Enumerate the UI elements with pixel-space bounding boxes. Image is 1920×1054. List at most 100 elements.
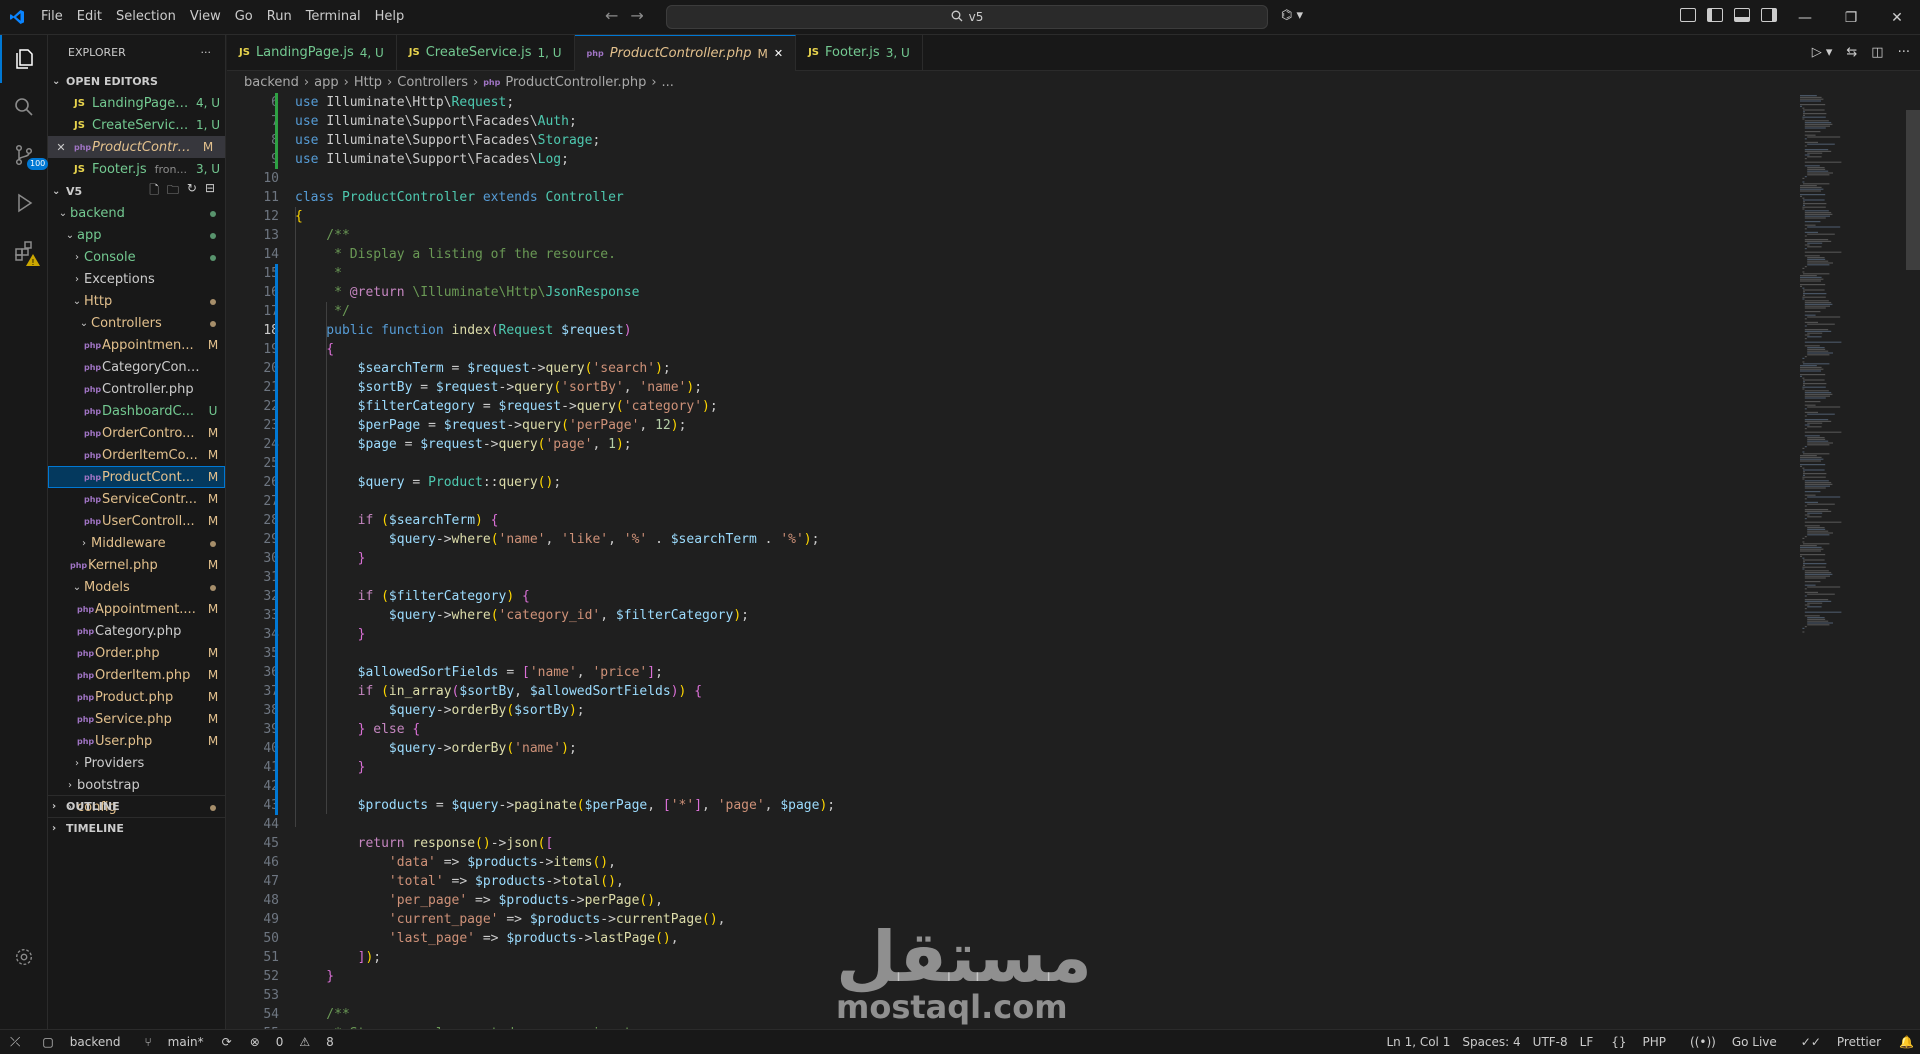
copilot-icon[interactable]: ⌬ ▾ (1281, 8, 1303, 23)
source-control-icon[interactable]: 100 (0, 131, 49, 179)
notifications-icon[interactable]: 🔔 (1893, 1035, 1920, 1049)
tree-file[interactable]: php ServiceContr... M (48, 488, 225, 510)
search-activity-icon[interactable] (0, 83, 48, 131)
breadcrumb-item[interactable]: Controllers (397, 75, 468, 90)
tree-file[interactable]: php Controller.php (48, 378, 225, 400)
collapse-all-icon[interactable]: ⊟ (205, 181, 215, 202)
tree-file[interactable]: php ProductCont... M (48, 466, 225, 488)
editor-tab[interactable]: JS LandingPage.js 4, U (227, 35, 397, 70)
minimap[interactable] (1796, 93, 1906, 633)
tree-folder[interactable]: › Providers (48, 752, 225, 774)
tree-file[interactable]: phpCategoryControlle... (48, 356, 225, 378)
tree-file[interactable]: php OrderItem.php M (48, 664, 225, 686)
explorer-icon[interactable] (0, 35, 48, 83)
timeline-section[interactable]: › TIMELINE (48, 817, 225, 839)
sync-icon[interactable]: ⟳ (216, 1035, 238, 1049)
tree-folder[interactable]: ⌄ Models (48, 576, 225, 598)
toggle-sidebar-icon[interactable] (1707, 8, 1723, 22)
tree-file[interactable]: php Kernel.php M (48, 554, 225, 576)
eol[interactable]: LF (1574, 1035, 1600, 1049)
tree-file[interactable]: php UserControll... M (48, 510, 225, 532)
menu-item-help[interactable]: Help (368, 5, 412, 29)
menu-item-edit[interactable]: Edit (70, 5, 109, 29)
prettier[interactable]: ✓✓ Prettier (1789, 1035, 1893, 1049)
breadcrumb-item[interactable]: Http (354, 75, 382, 90)
minimize-icon[interactable]: — (1782, 0, 1828, 35)
broadcast-icon: ((•)) (1690, 1035, 1716, 1049)
open-editor-item[interactable]: JS CreateService... 1, U (48, 114, 225, 136)
folder-section[interactable]: ⌄ V5 🗋 🗀 ↻ ⊟ (48, 180, 225, 202)
tree-folder[interactable]: › bootstrap (48, 774, 225, 796)
breadcrumb-item[interactable]: backend (244, 75, 299, 90)
language-mode[interactable]: {} PHP (1599, 1035, 1678, 1049)
toggle-secondary-sidebar-icon[interactable] (1761, 8, 1777, 22)
encoding[interactable]: UTF-8 (1527, 1035, 1574, 1049)
code-content[interactable]: use Illuminate\Http\Request; use Illumina… (295, 93, 1595, 1029)
tree-folder[interactable]: ⌄ Http (48, 290, 225, 312)
tree-file[interactable]: php DashboardC... U (48, 400, 225, 422)
tree-folder[interactable]: › Middleware (48, 532, 225, 554)
tree-folder[interactable]: › Console (48, 246, 225, 268)
tree-file[interactable]: php Order.php M (48, 642, 225, 664)
open-editors-section[interactable]: ⌄ OPEN EDITORS (48, 70, 225, 92)
tree-file[interactable]: php OrderContro... M (48, 422, 225, 444)
more-actions-icon[interactable]: ··· (1898, 45, 1910, 60)
indentation[interactable]: Spaces: 4 (1456, 1035, 1526, 1049)
open-editor-item[interactable]: JS Footer.js fron... 3, U (48, 158, 225, 180)
editor-tab[interactable]: php ProductController.php M ✕ (574, 35, 797, 71)
run-icon[interactable]: ▷ ▾ (1812, 45, 1833, 60)
forward-arrow-icon[interactable]: → (630, 6, 643, 25)
outline-section[interactable]: › OUTLINE (48, 795, 225, 817)
close-window-icon[interactable]: ✕ (1874, 0, 1920, 35)
more-actions-icon[interactable]: ··· (201, 46, 212, 59)
compare-icon[interactable]: ⇆ (1846, 45, 1857, 60)
menu-item-file[interactable]: File (34, 5, 70, 29)
tree-file[interactable]: php User.php M (48, 730, 225, 752)
close-tab-icon[interactable]: ✕ (774, 47, 783, 60)
tree-folder[interactable]: › Exceptions (48, 268, 225, 290)
breadcrumb-item[interactable]: app (314, 75, 338, 90)
tree-file[interactable]: php Product.php M (48, 686, 225, 708)
tree-folder[interactable]: ⌄ app (48, 224, 225, 246)
new-folder-icon[interactable]: 🗀 (167, 181, 179, 202)
editor-tab[interactable]: JS CreateService.js 1, U (397, 35, 575, 70)
breadcrumb-item[interactable]: ... (662, 75, 674, 90)
open-editor-item[interactable]: ✕ php ProductControl... M (48, 136, 225, 158)
tree-file[interactable]: php Category.php (48, 620, 225, 642)
editor-tab[interactable]: JS Footer.js 3, U (796, 35, 923, 70)
menu-item-terminal[interactable]: Terminal (299, 5, 368, 29)
tree-folder[interactable]: ⌄ Controllers (48, 312, 225, 334)
menu-item-go[interactable]: Go (228, 5, 260, 29)
refresh-icon[interactable]: ↻ (187, 181, 197, 202)
toggle-panel-icon[interactable] (1734, 8, 1750, 22)
go-live[interactable]: ((•)) Go Live (1678, 1035, 1789, 1049)
close-icon[interactable]: ✕ (48, 141, 74, 154)
tree-file[interactable]: php Service.php M (48, 708, 225, 730)
command-center-search[interactable]: v5 (666, 5, 1268, 29)
open-editor-item[interactable]: JS LandingPage.... 4, U (48, 92, 225, 114)
new-file-icon[interactable]: 🗋 (149, 181, 159, 202)
accounts-icon[interactable] (0, 933, 48, 981)
vertical-scrollbar[interactable] (1906, 93, 1920, 1029)
customize-layout-icon[interactable] (1680, 8, 1696, 22)
back-arrow-icon[interactable]: ← (605, 6, 618, 25)
menu-item-run[interactable]: Run (260, 5, 299, 29)
tree-file[interactable]: php Appointment.... M (48, 598, 225, 620)
tree-file[interactable]: php OrderItemCo... M (48, 444, 225, 466)
run-debug-icon[interactable] (0, 179, 48, 227)
tree-folder[interactable]: ⌄ backend (48, 202, 225, 224)
split-editor-icon[interactable]: ◫ (1871, 45, 1883, 60)
status-folder[interactable]: ▢ backend (30, 1035, 132, 1049)
menu-item-view[interactable]: View (183, 5, 228, 29)
code-editor[interactable]: 6789101112131415161718192021222324252627… (227, 93, 1920, 1029)
status-problems[interactable]: ⊗ 0 ⚠ 8 (238, 1035, 346, 1049)
extensions-icon[interactable]: ! (0, 227, 48, 275)
breadcrumb-item[interactable]: ProductController.php (505, 75, 646, 90)
restore-icon[interactable]: ❐ (1828, 0, 1874, 35)
cursor-position[interactable]: Ln 1, Col 1 (1380, 1035, 1456, 1049)
tree-file[interactable]: php Appointmen... M (48, 334, 225, 356)
scrollbar-thumb[interactable] (1906, 110, 1920, 270)
status-branch[interactable]: ⑂ main* (132, 1035, 215, 1049)
menu-item-selection[interactable]: Selection (109, 5, 183, 29)
remote-icon[interactable]: ⤫ (0, 1035, 30, 1050)
